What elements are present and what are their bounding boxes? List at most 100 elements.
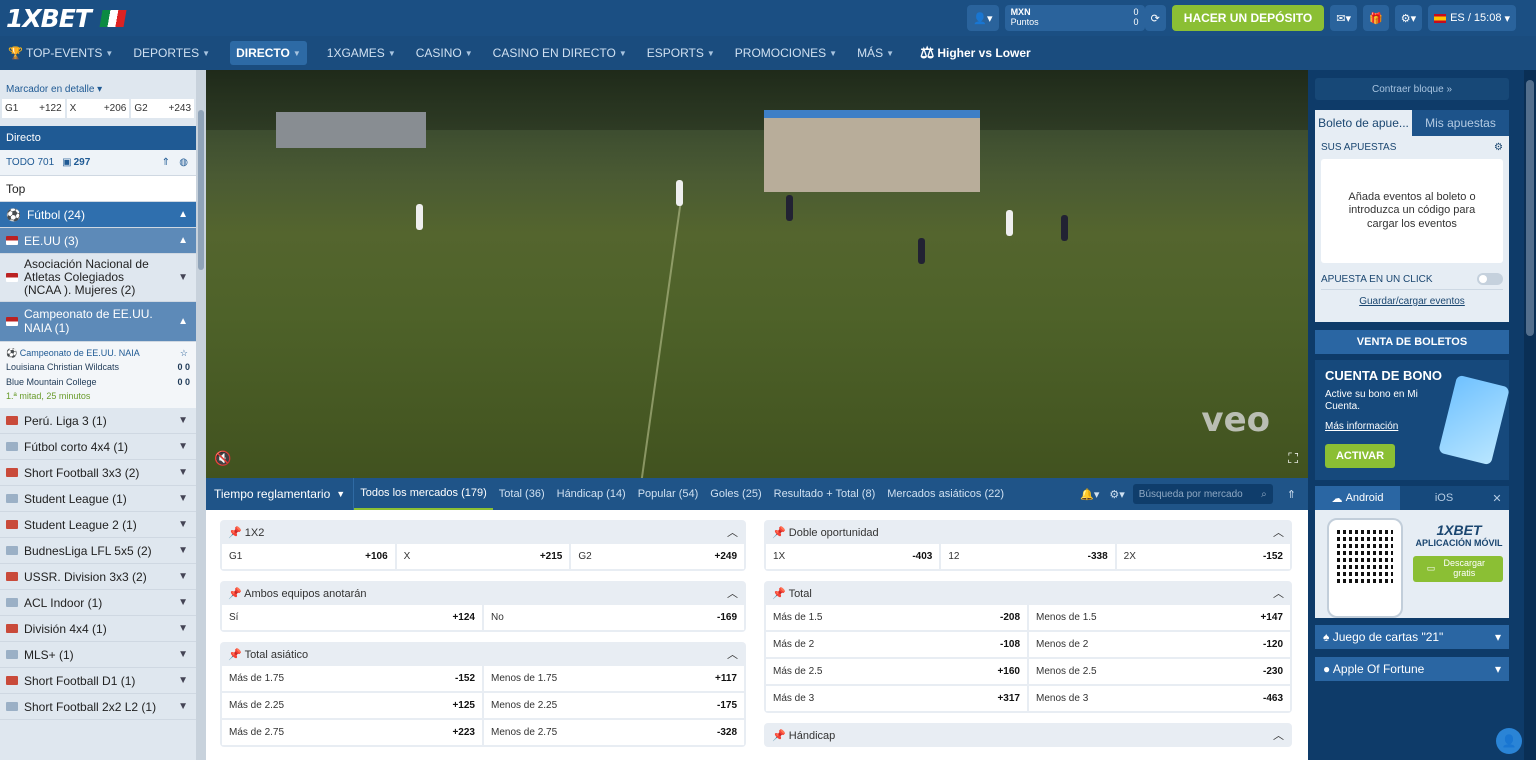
scrollbar-thumb[interactable] (1526, 80, 1534, 336)
odd-cell[interactable]: Más de 2.5 +160 (766, 659, 1027, 684)
one-click-toggle[interactable] (1477, 273, 1503, 285)
nav-esports[interactable]: ESPORTS ▼ (647, 46, 715, 60)
sidebar-odd-g2[interactable]: G2 +243 (131, 99, 195, 118)
odd-cell[interactable]: Más de 2.75 +223 (222, 720, 482, 745)
game-21-card[interactable]: ♠ Juego de cartas "21" ▾ (1315, 625, 1509, 649)
market-search-input[interactable]: Búsqueda por mercado ⌕ (1132, 484, 1273, 504)
balance-box[interactable]: MXN 0 Puntos 0 (1004, 5, 1145, 31)
tab-goles[interactable]: Goles (25) (704, 478, 767, 510)
odd-cell[interactable]: 12 -338 (941, 544, 1115, 569)
collapse-icon[interactable]: ⇑ (1287, 488, 1296, 501)
market-header[interactable]: 📌 1X2 ︿ (220, 520, 746, 544)
market-header[interactable]: 📌 Total asiático ︿ (220, 642, 746, 666)
collapse-block-button[interactable]: Contraer bloque » (1315, 78, 1509, 100)
sidebar-league-item[interactable]: BudnesLiga LFL 5x5 (2) ▼ (0, 538, 196, 564)
odd-cell[interactable]: 1X -403 (766, 544, 940, 569)
period-select[interactable]: Tiempo reglamentario ▼ (206, 478, 355, 510)
sidebar-league-item[interactable]: Fútbol corto 4x4 (1) ▼ (0, 434, 196, 460)
download-app-button[interactable]: ▭ Descargar gratis (1413, 556, 1503, 582)
sidebar-league-item[interactable]: ACL Indoor (1) ▼ (0, 590, 196, 616)
sidebar-league-item[interactable]: Short Football 2x2 L2 (1) ▼ (0, 694, 196, 720)
sidebar-league-item[interactable]: USSR. Division 3x3 (2) ▼ (0, 564, 196, 590)
nav-directo[interactable]: DIRECTO ▼ (230, 41, 307, 65)
nav-1xgames[interactable]: 1XGAMES ▼ (327, 46, 396, 60)
sidebar-item-futbol[interactable]: ⚽ Fútbol (24) ▲ (0, 202, 196, 228)
activate-bonus-button[interactable]: ACTIVAR (1325, 444, 1395, 468)
odd-cell[interactable]: Menos de 3 -463 (1029, 686, 1290, 711)
sidebar-league-item[interactable]: División 4x4 (1) ▼ (0, 616, 196, 642)
tab-my-bets[interactable]: Mis apuestas (1412, 110, 1509, 136)
odd-cell[interactable]: Más de 2 -108 (766, 632, 1027, 657)
tab-handicap[interactable]: Hándicap (14) (551, 478, 632, 510)
nav-higher-vs-lower[interactable]: ⚖ Higher vs Lower (920, 43, 1031, 63)
sidebar-item-eeuu[interactable]: EE.UU (3) ▲ (0, 228, 196, 254)
mute-icon[interactable]: 🔇 (214, 450, 231, 467)
sidebar-detail-link[interactable]: Marcador en detalle ▾ (0, 70, 196, 95)
deposit-button[interactable]: HACER UN DEPÓSITO (1171, 5, 1325, 31)
tab-ios[interactable]: iOS (1400, 486, 1485, 510)
odd-cell[interactable]: Más de 1.5 -208 (766, 605, 1027, 630)
scrollbar-thumb[interactable] (198, 110, 204, 270)
settings-button[interactable]: ⚙▾ (1394, 5, 1423, 31)
nav-mas[interactable]: MÁS ▼ (857, 46, 894, 60)
market-header[interactable]: 📌 Hándicap ︿ (764, 723, 1292, 747)
odd-cell[interactable]: G2 +249 (571, 544, 745, 569)
gifts-button[interactable]: 🎁 (1363, 5, 1389, 31)
tab-popular[interactable]: Popular (54) (632, 478, 705, 510)
odd-cell[interactable]: X +215 (396, 544, 570, 569)
collapse-all-icon[interactable]: ⇑ (162, 157, 170, 168)
sidebar-league-item[interactable]: Short Football 3x3 (2) ▼ (0, 460, 196, 486)
tab-bet-slip[interactable]: Boleto de apue... (1315, 110, 1412, 136)
market-header[interactable]: 📌 Total ︿ (764, 581, 1292, 605)
sidebar-scrollbar[interactable] (196, 70, 206, 760)
nav-casino-en-directo[interactable]: CASINO EN DIRECTO ▼ (493, 46, 627, 60)
sidebar-item-ncaa[interactable]: Asociación Nacional de Atletas Colegiado… (0, 254, 196, 302)
nav-deportes[interactable]: DEPORTES ▼ (133, 46, 210, 60)
odd-cell[interactable]: Menos de 2.25 -175 (484, 693, 744, 718)
odd-cell[interactable]: Menos de 2.5 -230 (1029, 659, 1290, 684)
sidebar-league-item[interactable]: Short Football D1 (1) ▼ (0, 668, 196, 694)
tab-resultado-total[interactable]: Resultado + Total (8) (768, 478, 882, 510)
nav-casino[interactable]: CASINO ▼ (416, 46, 473, 60)
odd-cell[interactable]: Más de 2.25 +125 (222, 693, 482, 718)
fullscreen-icon[interactable]: ⛶ (1288, 450, 1298, 467)
refresh-balance-button[interactable]: ⟳ (1144, 5, 1166, 31)
support-chat-button[interactable]: 👤 (1496, 728, 1522, 754)
odd-cell[interactable]: Menos de 2.75 -328 (484, 720, 744, 745)
tab-android[interactable]: ☁ Android (1315, 486, 1400, 510)
language-time-button[interactable]: ES / 15:08 ▾ (1428, 5, 1516, 31)
nav-promociones[interactable]: PROMOCIONES ▼ (735, 46, 837, 60)
sidebar-top[interactable]: Top (0, 176, 196, 202)
tab-total[interactable]: Total (36) (493, 478, 551, 510)
tab-asian-markets[interactable]: Mercados asiáticos (22) (881, 478, 1010, 510)
odd-cell[interactable]: 2X -152 (1116, 544, 1290, 569)
gear-icon[interactable]: ⚙ (1494, 142, 1503, 153)
odd-cell[interactable]: Más de 3 +317 (766, 686, 1027, 711)
odd-cell[interactable]: Menos de 1.75 +117 (484, 666, 744, 691)
sidebar-match-card[interactable]: ⚽ Campeonato de EE.UU. NAIA ☆ Louisiana C… (0, 342, 196, 408)
odd-cell[interactable]: No -169 (484, 605, 744, 630)
odd-cell[interactable]: Menos de 1.5 +147 (1029, 605, 1290, 630)
gear-icon[interactable]: ⚙▾ (1109, 488, 1124, 501)
brand-logo[interactable]: 1XBET (6, 4, 92, 33)
save-load-events-link[interactable]: Guardar/cargar eventos (1321, 289, 1503, 307)
market-header[interactable]: 📌 Ambos equipos anotarán ︿ (220, 581, 746, 605)
tab-all-markets[interactable]: Todos los mercados (179) (354, 478, 493, 510)
right-scrollbar[interactable] (1524, 70, 1536, 760)
market-header[interactable]: 📌 Doble oportunidad ︿ (764, 520, 1292, 544)
star-icon[interactable]: ☆ (180, 346, 188, 360)
bell-icon[interactable]: 🔔▾ (1080, 488, 1099, 501)
sidebar-league-item[interactable]: Student League 2 (1) ▼ (0, 512, 196, 538)
live-video-player[interactable]: veo 🔇 ⛶ (206, 70, 1308, 478)
messages-button[interactable]: ✉▾ (1330, 5, 1357, 31)
odd-cell[interactable]: Sí +124 (222, 605, 482, 630)
nav-top-events[interactable]: 🏆 TOP-EVENTS ▼ (8, 46, 113, 60)
sidebar-league-item[interactable]: Perú. Liga 3 (1) ▼ (0, 408, 196, 434)
sidebar-league-item[interactable]: MLS+ (1) ▼ (0, 642, 196, 668)
user-menu-button[interactable]: 👤▾ (967, 5, 999, 31)
close-icon[interactable]: ✕ (1485, 486, 1509, 510)
sidebar-todo-row[interactable]: TODO 701 ▣ 297 ⇑ ◍ (0, 150, 196, 176)
odd-cell[interactable]: Más de 1.75 -152 (222, 666, 482, 691)
sidebar-odd-x[interactable]: X +206 (66, 99, 130, 118)
apple-of-fortune-card[interactable]: ● Apple Of Fortune ▾ (1315, 657, 1509, 681)
